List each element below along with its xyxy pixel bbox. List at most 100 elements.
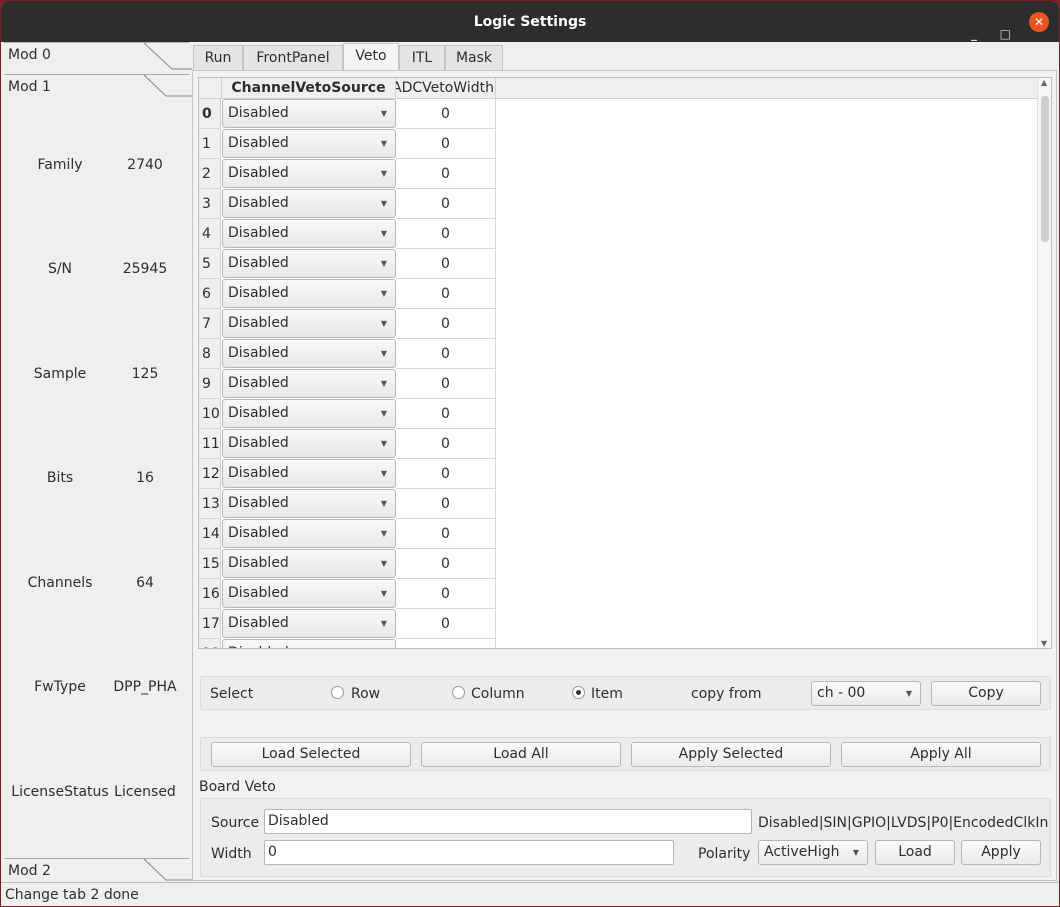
adc-veto-width-cell[interactable]: 0: [396, 219, 496, 249]
minimize-button[interactable]: _: [971, 13, 977, 56]
channel-veto-source-select[interactable]: Disabled ▼: [222, 459, 396, 488]
channel-veto-source-select[interactable]: Disabled ▼: [222, 549, 396, 578]
chevron-down-icon: ▼: [381, 640, 387, 648]
adc-veto-width-cell[interactable]: 0: [396, 99, 496, 129]
scrollbar-thumb[interactable]: [1041, 96, 1049, 242]
adc-veto-width-cell[interactable]: 0: [396, 459, 496, 489]
row-header[interactable]: 17: [199, 609, 221, 639]
adc-veto-width-cell[interactable]: 0: [396, 399, 496, 429]
adc-veto-width-cell[interactable]: 0: [396, 609, 496, 639]
channel-veto-source-select[interactable]: Disabled ▼: [222, 369, 396, 398]
row-header[interactable]: 2: [199, 159, 221, 189]
load-selected-button[interactable]: Load Selected: [211, 742, 411, 767]
row-header[interactable]: 8: [199, 339, 221, 369]
adc-veto-width-cell[interactable]: 0: [396, 279, 496, 309]
row-header[interactable]: 13: [199, 489, 221, 519]
channel-veto-source-select[interactable]: Disabled ▼: [222, 219, 396, 248]
apply-selected-button[interactable]: Apply Selected: [631, 742, 831, 767]
select-value: Disabled: [228, 375, 289, 391]
channel-veto-source-select[interactable]: Disabled ▼: [222, 309, 396, 338]
polarity-select[interactable]: ActiveHigh ▼: [758, 840, 868, 865]
source-label: Source: [211, 815, 260, 831]
width-input[interactable]: 0: [264, 840, 674, 865]
maximize-button[interactable]: □: [1000, 13, 1011, 56]
select-value: Disabled: [228, 435, 289, 451]
channel-veto-source-select[interactable]: Disabled ▼: [222, 189, 396, 218]
scroll-up-icon[interactable]: ▲: [1041, 78, 1047, 87]
column-header-width[interactable]: ADCVetoWidth: [396, 78, 496, 99]
channel-veto-source-select[interactable]: Disabled ▼: [222, 489, 396, 518]
close-button[interactable]: ✕: [1029, 12, 1049, 32]
row-header[interactable]: 0: [199, 99, 221, 129]
source-input[interactable]: Disabled: [264, 809, 752, 834]
chevron-down-icon: ▼: [380, 319, 387, 328]
adc-veto-width-cell[interactable]: 0: [396, 189, 496, 219]
adc-veto-width-cell[interactable]: 0: [396, 159, 496, 189]
row-header[interactable]: 9: [199, 369, 221, 399]
channel-veto-source-select[interactable]: Disabled ▼: [222, 129, 396, 158]
row-header[interactable]: 15: [199, 549, 221, 579]
apply-all-button[interactable]: Apply All: [841, 742, 1041, 767]
module-tab-mod1[interactable]: Mod 1: [4, 74, 192, 98]
adc-veto-width-cell[interactable]: 0: [396, 579, 496, 609]
vertical-scrollbar[interactable]: ▲ ▼: [1037, 78, 1051, 648]
board-veto-apply-button[interactable]: Apply: [961, 840, 1041, 865]
row-header[interactable]: 5: [199, 249, 221, 279]
channel-veto-source-select[interactable]: Disabled ▼: [222, 249, 396, 278]
tab-itl[interactable]: ITL: [399, 45, 445, 70]
row-header[interactable]: 1: [199, 129, 221, 159]
row-header[interactable]: 4: [199, 219, 221, 249]
tab-run[interactable]: Run: [193, 45, 243, 70]
scroll-down-icon[interactable]: ▼: [1041, 639, 1047, 648]
load-all-button[interactable]: Load All: [421, 742, 621, 767]
module-tab-mod2[interactable]: Mod 2: [4, 858, 192, 882]
adc-veto-width-cell[interactable]: 0: [396, 249, 496, 279]
select-value: Disabled: [228, 255, 289, 271]
adc-veto-width-cell[interactable]: 0: [396, 309, 496, 339]
row-radio[interactable]: [331, 686, 344, 699]
row-header[interactable]: 3: [199, 189, 221, 219]
row-header[interactable]: 12: [199, 459, 221, 489]
channel-veto-source-select[interactable]: Disabled ▼: [222, 429, 396, 458]
channel-veto-source-select[interactable]: Disabled ▼: [222, 519, 396, 548]
column-header-source[interactable]: ChannelVetoSource: [222, 78, 396, 99]
channel-veto-source-select[interactable]: Disabled ▼: [222, 279, 396, 308]
tab-veto[interactable]: Veto: [343, 43, 399, 71]
channel-veto-source-select[interactable]: Disabled ▼: [222, 339, 396, 368]
copy-from-select[interactable]: ch - 00 ▼: [811, 681, 921, 706]
adc-veto-width-cell[interactable]: 0: [396, 549, 496, 579]
adc-veto-width-cell[interactable]: 0: [396, 489, 496, 519]
adc-veto-width-cell[interactable]: [396, 639, 496, 648]
column-radio-label[interactable]: Column: [471, 685, 525, 703]
adc-veto-width-cell[interactable]: 0: [396, 369, 496, 399]
tab-frontpanel[interactable]: FrontPanel: [243, 45, 343, 70]
tab-mask[interactable]: Mask: [445, 45, 503, 70]
row-header[interactable]: 14: [199, 519, 221, 549]
select-value: Disabled: [228, 495, 289, 511]
adc-veto-width-cell[interactable]: 0: [396, 339, 496, 369]
adc-veto-width-cell[interactable]: 0: [396, 129, 496, 159]
adc-veto-width-cell[interactable]: 0: [396, 429, 496, 459]
info-value: Licensed: [114, 784, 176, 800]
row-header[interactable]: 10: [199, 399, 221, 429]
channel-veto-source-select[interactable]: Disabled ▼: [222, 99, 396, 128]
row-header[interactable]: 18: [199, 639, 221, 648]
column-radio[interactable]: [452, 686, 465, 699]
channel-veto-source-select[interactable]: Disabled ▼: [222, 399, 396, 428]
channel-veto-source-select[interactable]: Disabled ▼: [222, 609, 396, 638]
channel-veto-source-select[interactable]: Disabled ▼: [222, 159, 396, 188]
adc-veto-width-cell[interactable]: 0: [396, 519, 496, 549]
row-header[interactable]: 7: [199, 309, 221, 339]
row-header[interactable]: 6: [199, 279, 221, 309]
channel-veto-source-select[interactable]: Disabled ▼: [222, 579, 396, 608]
module-tab-mod0[interactable]: Mod 0: [4, 42, 192, 70]
channel-veto-source-select[interactable]: Disabled ▼: [222, 639, 396, 648]
copy-button[interactable]: Copy: [931, 681, 1041, 706]
row-header[interactable]: 16: [199, 579, 221, 609]
row-radio-label[interactable]: Row: [351, 685, 380, 703]
corner-header: [199, 78, 222, 99]
board-veto-load-button[interactable]: Load: [875, 840, 955, 865]
item-radio-label[interactable]: Item: [591, 685, 623, 703]
item-radio[interactable]: [572, 686, 585, 699]
row-header[interactable]: 11: [199, 429, 221, 459]
